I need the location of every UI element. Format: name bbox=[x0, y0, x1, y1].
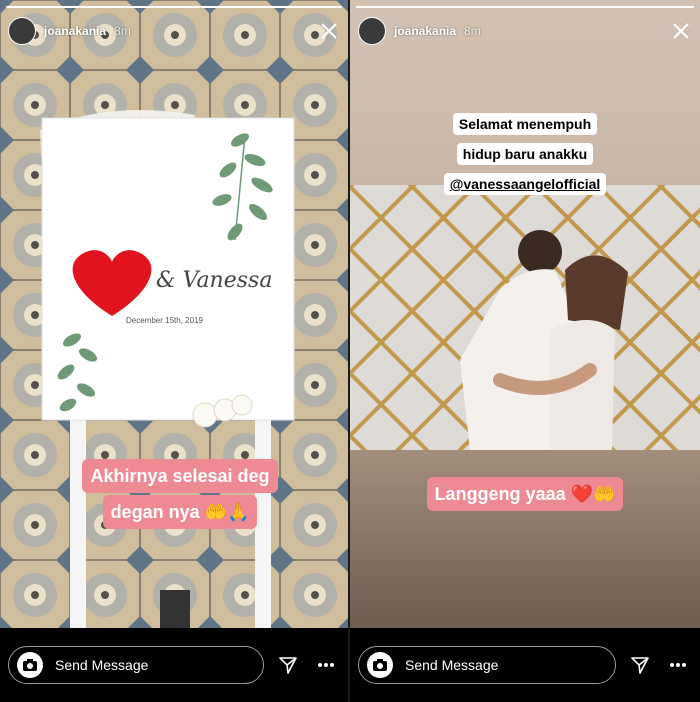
story-header: joanakania 8m bbox=[358, 14, 692, 48]
username[interactable]: joanakania bbox=[394, 24, 456, 38]
story-footer: Send Message bbox=[350, 628, 700, 702]
camera-icon[interactable] bbox=[367, 652, 393, 678]
caption-line: Langgeng yaaa ❤️🤲 bbox=[426, 477, 624, 511]
story-caption: Akhirnya selesai deg degan nya 🤲🙏 bbox=[60, 458, 300, 530]
sign-date: December 15th, 2019 bbox=[126, 316, 203, 325]
wedding-sign-photo bbox=[0, 0, 348, 628]
caption-line: degan nya 🤲🙏 bbox=[102, 495, 258, 529]
camera-icon[interactable] bbox=[17, 652, 43, 678]
caption-line: Selamat menempuh bbox=[452, 113, 598, 135]
story-progress-bar bbox=[6, 6, 342, 8]
more-icon[interactable] bbox=[664, 651, 692, 679]
direct-send-icon[interactable] bbox=[626, 651, 654, 679]
caption-mention[interactable]: @vanessaangelofficial bbox=[443, 173, 607, 195]
send-message-placeholder: Send Message bbox=[55, 657, 149, 673]
more-icon[interactable] bbox=[312, 651, 340, 679]
send-message-input[interactable]: Send Message bbox=[358, 646, 616, 684]
send-message-input[interactable]: Send Message bbox=[8, 646, 264, 684]
close-icon[interactable] bbox=[318, 20, 340, 42]
username[interactable]: joanakania bbox=[44, 24, 106, 38]
avatar[interactable] bbox=[358, 17, 386, 45]
story-footer: Send Message bbox=[0, 628, 348, 702]
story-progress-bar bbox=[356, 6, 694, 8]
story-panel-left[interactable]: & Vanessa December 15th, 2019 joanakania… bbox=[0, 0, 348, 702]
story-caption-bottom: Langgeng yaaa ❤️🤲 bbox=[405, 476, 645, 512]
story-caption-top: Selamat menempuh hidup baru anakku @vane… bbox=[420, 108, 630, 198]
story-timestamp: 8m bbox=[114, 24, 131, 38]
direct-send-icon[interactable] bbox=[274, 651, 302, 679]
story-timestamp: 8m bbox=[464, 24, 481, 38]
send-message-placeholder: Send Message bbox=[405, 657, 499, 673]
caption-line: hidup baru anakku bbox=[456, 143, 594, 165]
caption-line: Akhirnya selesai deg bbox=[82, 459, 278, 493]
close-icon[interactable] bbox=[670, 20, 692, 42]
story-header: joanakania 8m bbox=[8, 14, 340, 48]
story-panel-right[interactable]: joanakania 8m Selamat menempuh hidup bar… bbox=[350, 0, 700, 702]
avatar[interactable] bbox=[8, 17, 36, 45]
sign-names: & Vanessa bbox=[156, 268, 273, 293]
story-photo-couple bbox=[350, 0, 700, 628]
story-photo-welcome-sign bbox=[0, 0, 348, 628]
couple-photo bbox=[350, 0, 700, 628]
